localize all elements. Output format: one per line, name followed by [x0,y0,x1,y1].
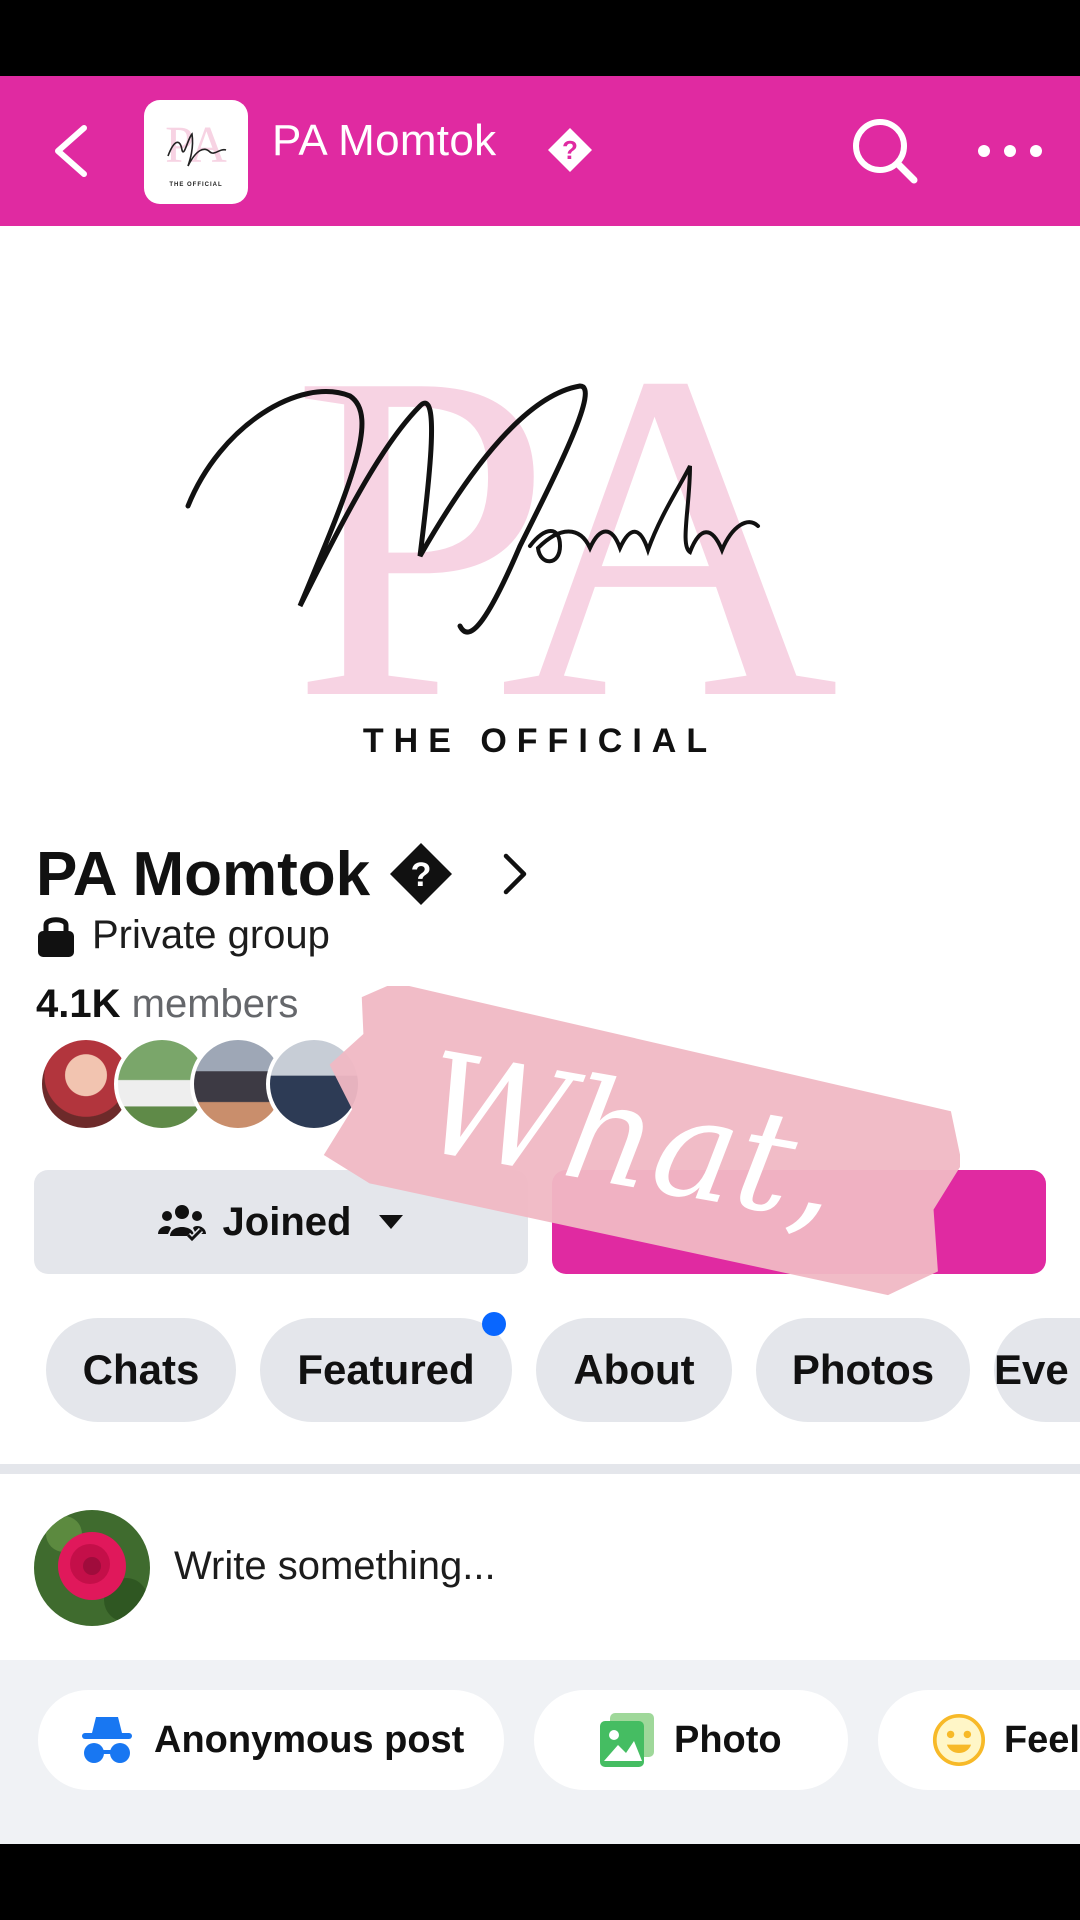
search-button[interactable] [848,114,922,188]
group-header-bar: PA THE OFFICIAL PA Momtok ? [0,76,1080,226]
post-composer[interactable]: Write something... [0,1474,1080,1660]
user-avatar [34,1510,150,1626]
group-name-row[interactable]: PA Momtok ? [36,834,534,914]
members-link[interactable]: 4.1K members [36,982,298,1027]
svg-text:PA: PA [291,275,837,726]
feeling-icon [932,1713,986,1767]
group-joined-icon [157,1205,206,1242]
write-something-input[interactable]: Write something... [174,1544,496,1589]
tab-about[interactable]: About [536,1318,732,1422]
group-thumbnail[interactable]: PA THE OFFICIAL [144,100,248,204]
back-button[interactable] [44,116,104,186]
post-options-strip: Anonymous post Photo Feel [0,1660,1080,1844]
cover-photo[interactable]: PA THE OFFICIAL [0,226,1080,806]
unknown-badge-icon[interactable]: ? [546,126,594,174]
section-divider [0,1464,1080,1474]
chevron-left-icon [55,125,87,177]
group-logo: PA [185,275,847,726]
group-name: PA Momtok [36,839,371,909]
notification-dot [482,1312,506,1336]
members-count: 4.1K [36,982,121,1026]
what-sticker: What, [323,986,960,1296]
search-icon [853,119,918,184]
anonymous-post-button[interactable]: Anonymous post [38,1690,504,1790]
unknown-badge-icon: ? [390,843,453,905]
svg-text:?: ? [562,135,578,165]
tab-featured[interactable]: Featured [260,1312,512,1422]
tab-photos[interactable]: Photos [756,1318,970,1422]
anonymous-post-label: Anonymous post [154,1718,465,1761]
group-tabs: Chats Featured About Photos Eve [0,1312,1080,1428]
lock-icon [38,917,74,957]
sticker-text: What, [411,1022,851,1255]
privacy-row: Private group [36,912,330,958]
header-group-title[interactable]: PA Momtok [272,116,496,166]
tab-label: Chats [82,1346,200,1393]
bottom-bar [0,1844,1080,1920]
photo-button[interactable]: Photo [534,1690,848,1790]
tab-label: Featured [297,1346,475,1393]
svg-text:THE OFFICIAL: THE OFFICIAL [169,182,222,188]
svg-text:?: ? [411,856,432,894]
cover-tagline: THE OFFICIAL [362,722,718,760]
chevron-right-icon [503,853,527,895]
photo-label: Photo [674,1718,782,1761]
privacy-label: Private group [92,912,330,957]
more-dots-icon [978,145,1042,157]
tab-chats[interactable]: Chats [46,1318,236,1422]
group-logo-mini: PA THE OFFICIAL [165,117,227,188]
more-options-button[interactable] [976,126,1044,176]
tab-events[interactable]: Eve [994,1318,1080,1422]
tab-label: Eve [994,1346,1069,1393]
anonymous-icon [82,1717,132,1763]
tab-label: Photos [791,1346,935,1393]
photo-icon [600,1713,654,1767]
feeling-label: Feel [1003,1718,1080,1761]
tab-label: About [573,1346,695,1393]
members-label: members [131,982,299,1026]
feeling-button[interactable]: Feel [878,1690,1080,1790]
svg-text:PA: PA [165,117,227,174]
group-page-content: PA THE OFFICIAL PA Momtok ? Private grou… [0,226,1080,1844]
status-bar [0,0,1080,76]
